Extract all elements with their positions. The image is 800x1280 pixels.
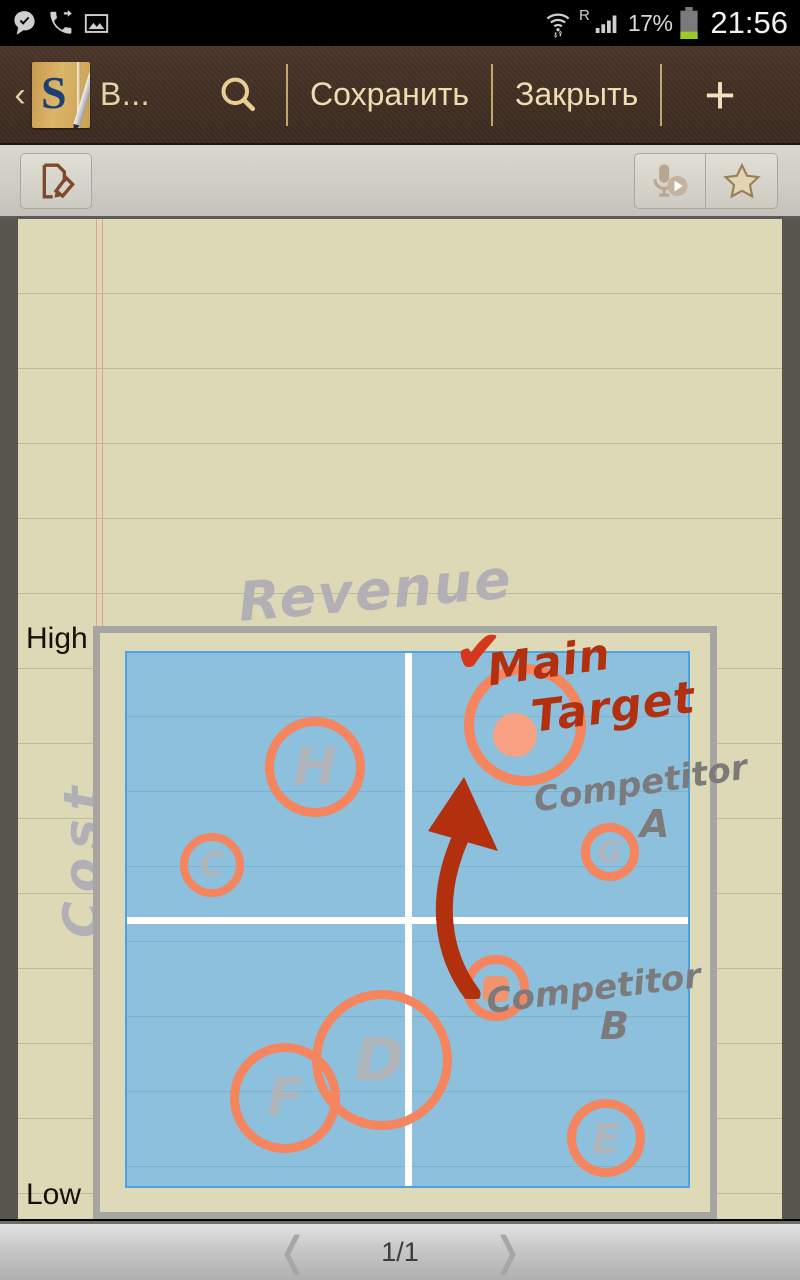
canvas-right-edge bbox=[782, 219, 800, 1219]
voice-record-button[interactable] bbox=[634, 152, 706, 209]
competitor-b-letter: B bbox=[600, 1004, 629, 1048]
android-status-bar: R 17% 21:56 bbox=[0, 0, 800, 46]
phone-screen: R 17% 21:56 ‹ S B... Сохранить Закрыть +… bbox=[0, 0, 800, 1280]
canvas-left-edge bbox=[0, 219, 18, 1219]
picture-icon bbox=[84, 13, 109, 33]
movement-arrow-icon bbox=[428, 777, 498, 999]
note-toolbar-right bbox=[634, 152, 778, 209]
favorite-button[interactable] bbox=[706, 152, 778, 209]
battery-percent: 17% bbox=[627, 9, 673, 36]
battery-icon bbox=[680, 7, 699, 39]
status-system-icons: R 17% 21:56 bbox=[543, 5, 800, 41]
snote-app-icon[interactable]: S bbox=[32, 61, 90, 128]
call-forward-icon bbox=[50, 9, 72, 34]
app-toolbar: ‹ S B... Сохранить Закрыть + bbox=[0, 46, 800, 145]
message-check-icon bbox=[14, 10, 35, 35]
bubble-g[interactable]: G bbox=[581, 823, 639, 881]
page-edit-button[interactable] bbox=[20, 152, 92, 209]
toolbar-divider-2 bbox=[491, 63, 494, 126]
status-clock: 21:56 bbox=[710, 5, 788, 40]
voice-record-play-icon bbox=[653, 163, 688, 197]
y-axis-high-label: High bbox=[26, 622, 88, 655]
back-button[interactable]: ‹ bbox=[8, 78, 32, 112]
bubble-e[interactable]: E bbox=[567, 1099, 645, 1177]
previous-page-button[interactable]: ❬ bbox=[276, 1232, 310, 1272]
bubble-h[interactable]: H bbox=[265, 717, 365, 817]
star-icon bbox=[722, 162, 761, 198]
signal-bars-icon bbox=[595, 15, 617, 33]
bubble-label: G bbox=[597, 834, 623, 870]
close-button[interactable]: Закрыть bbox=[515, 76, 638, 113]
page-navigation-bar: ❬ 1/1 ❭ bbox=[0, 1221, 800, 1280]
snote-icon-letter: S bbox=[41, 66, 67, 118]
bubble-label: C bbox=[199, 845, 225, 885]
toolbar-divider-1 bbox=[286, 63, 289, 126]
competitor-a-letter: A bbox=[640, 802, 670, 846]
note-toolbar bbox=[0, 145, 800, 219]
search-button[interactable] bbox=[212, 73, 264, 117]
quadrant-horizontal-divider bbox=[127, 916, 688, 924]
wifi-icon bbox=[546, 13, 570, 38]
bubble-label: H bbox=[293, 737, 337, 797]
main-target-dot bbox=[493, 713, 537, 757]
y-axis-low-label: Low bbox=[26, 1178, 82, 1211]
bubble-c[interactable]: C bbox=[180, 833, 244, 897]
next-page-button[interactable]: ❭ bbox=[491, 1232, 525, 1272]
bubble-label: D bbox=[354, 1025, 404, 1095]
toolbar-divider-3 bbox=[660, 63, 663, 126]
add-page-button[interactable]: + bbox=[704, 68, 736, 122]
save-button[interactable]: Сохранить bbox=[310, 76, 469, 113]
search-icon bbox=[221, 77, 256, 111]
roaming-indicator: R bbox=[579, 6, 590, 24]
bubble-label: E bbox=[591, 1113, 621, 1163]
page-indicator: 1/1 bbox=[381, 1236, 419, 1267]
note-title[interactable]: B... bbox=[100, 76, 150, 113]
status-notification-icons bbox=[0, 9, 110, 37]
note-canvas[interactable]: Revenue Cost High Low High Low H bbox=[0, 219, 800, 1219]
bubble-label: F bbox=[267, 1068, 303, 1128]
stylus-icon bbox=[72, 71, 90, 128]
page-edit-icon bbox=[42, 163, 75, 198]
bubble-f[interactable]: F bbox=[230, 1043, 340, 1153]
